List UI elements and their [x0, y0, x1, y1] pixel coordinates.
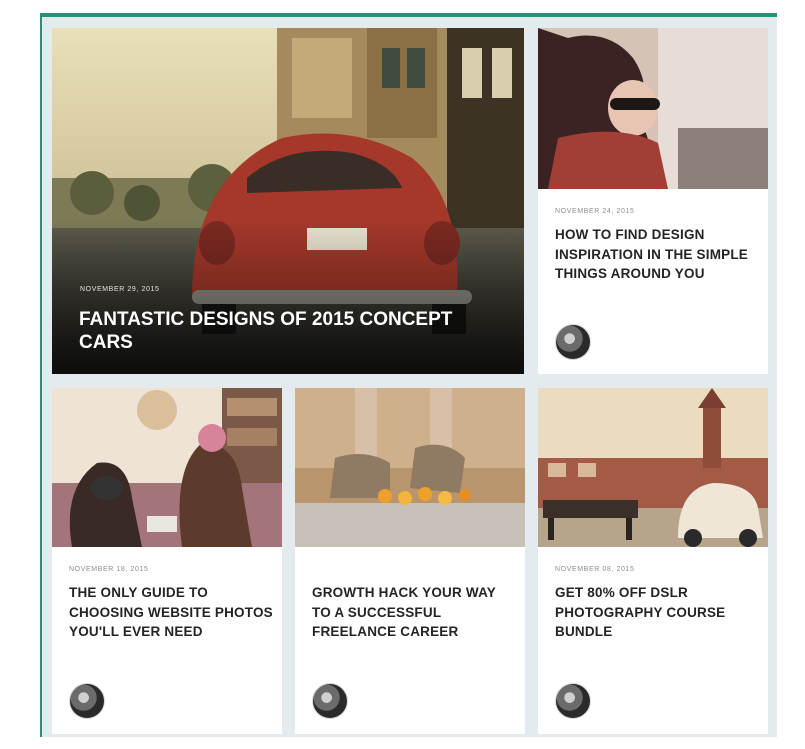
post-date: November 08, 2015	[555, 566, 635, 573]
post-image[interactable]	[52, 388, 282, 547]
post-title[interactable]: How to find design inspiration in the si…	[555, 225, 760, 284]
post-card-featured[interactable]: November 29, 2015 Fantastic designs of 2…	[52, 28, 524, 374]
post-card[interactable]: November 18, 2015 The only guide to choo…	[52, 388, 282, 734]
post-title[interactable]: Get 80% off DSLR photography course bund…	[555, 583, 760, 642]
post-date: November 18, 2015	[69, 566, 149, 573]
post-date: November 29, 2015	[80, 286, 160, 293]
author-avatar-icon[interactable]	[312, 683, 348, 719]
post-title[interactable]: Growth hack your way to a successful fre…	[312, 583, 517, 642]
post-image[interactable]	[538, 28, 768, 189]
post-title[interactable]: Fantastic designs of 2015 concept cars	[79, 308, 459, 354]
post-card[interactable]: November 08, 2015 Get 80% off DSLR photo…	[538, 388, 768, 734]
post-image[interactable]	[538, 388, 768, 547]
post-card[interactable]: November 24, 2015 How to find design ins…	[538, 28, 768, 374]
post-card[interactable]: Growth hack your way to a successful fre…	[295, 388, 525, 734]
author-avatar-icon[interactable]	[69, 683, 105, 719]
post-date: November 24, 2015	[555, 208, 635, 215]
post-image[interactable]	[295, 388, 525, 547]
author-avatar-icon[interactable]	[555, 324, 591, 360]
author-avatar-icon[interactable]	[555, 683, 591, 719]
post-title[interactable]: The only guide to choosing website photo…	[69, 583, 274, 642]
